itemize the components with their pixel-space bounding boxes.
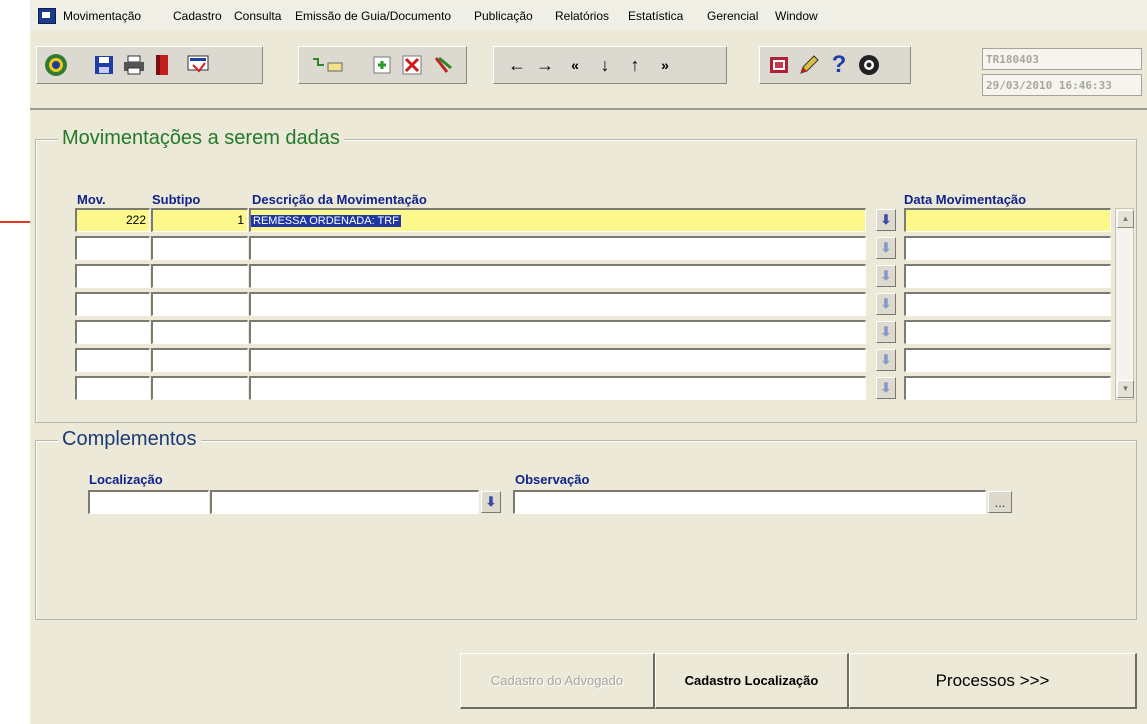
data-movimentacao-cell[interactable]	[904, 208, 1111, 232]
mov-cell[interactable]	[75, 320, 150, 344]
mov-cell[interactable]	[75, 348, 150, 372]
scroll-up-button[interactable]: ▲	[1117, 210, 1134, 228]
processos-button[interactable]: Processos >>>	[849, 653, 1137, 709]
movimentacoes-scrollbar[interactable]: ▲ ▼	[1115, 208, 1134, 400]
menu-gerencial[interactable]: Gerencial	[707, 9, 758, 23]
menu-emissao[interactable]: Emissão de Guia/Documento	[295, 9, 451, 23]
first-icon[interactable]: «	[562, 52, 588, 78]
descricao-lov-button[interactable]: ⬇	[876, 349, 896, 371]
toolbar: ← → « ↓ ↑ » ? TR180403 29/03/2010 16:46:…	[30, 30, 1147, 110]
localizacao-code-field[interactable]	[88, 490, 209, 514]
selected-description-text: REMESSA ORDENADA: TRF	[251, 215, 401, 227]
clear-icon[interactable]	[431, 52, 457, 78]
emblem-icon[interactable]	[43, 52, 69, 78]
mov-cell[interactable]	[75, 292, 150, 316]
menu-relatorios[interactable]: Relatórios	[555, 9, 609, 23]
exit-icon[interactable]	[150, 52, 176, 78]
toolbar-group-record	[298, 46, 467, 84]
lov-icon[interactable]	[766, 52, 792, 78]
menu-estatistica[interactable]: Estatística	[628, 9, 683, 23]
descricao-lov-button[interactable]: ⬇	[876, 265, 896, 287]
screen-icon[interactable]	[185, 52, 211, 78]
subtipo-cell[interactable]	[151, 376, 248, 400]
localizacao-lov-button[interactable]: ⬇	[481, 491, 501, 513]
header-mov: Mov.	[77, 192, 106, 207]
cadastro-advogado-button[interactable]: Cadastro do Advogado	[460, 653, 655, 709]
cadastro-localizacao-button[interactable]: Cadastro Localização	[655, 653, 849, 709]
descricao-cell[interactable]	[249, 320, 866, 344]
descricao-lov-button[interactable]: ⬇	[876, 377, 896, 399]
subtipo-cell[interactable]	[151, 320, 248, 344]
descricao-cell[interactable]	[249, 264, 866, 288]
mov-cell[interactable]: 222	[75, 208, 150, 232]
data-movimentacao-cell[interactable]	[904, 320, 1111, 344]
data-movimentacao-cell[interactable]	[904, 264, 1111, 288]
edit-icon[interactable]	[796, 52, 822, 78]
header-subtipo: Subtipo	[152, 192, 201, 207]
descricao-cell[interactable]	[249, 236, 866, 260]
help-icon[interactable]: ?	[826, 51, 852, 78]
localizacao-label: Localização	[89, 472, 163, 487]
mov-cell[interactable]	[75, 376, 150, 400]
observacao-label: Observação	[515, 472, 590, 487]
menu-movimentacao[interactable]: Movimentação	[63, 9, 141, 23]
menu-consulta[interactable]: Consulta	[234, 9, 281, 23]
next-icon[interactable]: →	[532, 52, 558, 78]
query-icon[interactable]	[307, 52, 349, 78]
toolbar-group-tools: ?	[759, 46, 911, 84]
descricao-cell[interactable]	[249, 348, 866, 372]
descricao-lov-button[interactable]: ⬇	[876, 293, 896, 315]
header-descricao: Descrição da Movimentação	[252, 192, 427, 207]
data-movimentacao-cell[interactable]	[904, 376, 1111, 400]
last-icon[interactable]: »	[652, 52, 678, 78]
print-icon[interactable]	[121, 52, 147, 78]
toolbar-group-navigation: ← → « ↓ ↑ »	[493, 46, 727, 84]
menu-cadastro[interactable]: Cadastro	[173, 9, 222, 23]
save-icon[interactable]	[91, 52, 117, 78]
data-movimentacao-cell[interactable]	[904, 236, 1111, 260]
application-window: Movimentação Cadastro Consulta Emissão d…	[30, 0, 1147, 724]
menu-bar: Movimentação Cadastro Consulta Emissão d…	[30, 0, 1147, 30]
delete-record-icon[interactable]	[399, 52, 425, 78]
header-data-movimentacao: Data Movimentação	[904, 192, 1027, 207]
datetime-field: 29/03/2010 16:46:33	[982, 74, 1142, 96]
descricao-cell[interactable]	[249, 292, 866, 316]
insert-record-icon[interactable]	[369, 52, 395, 78]
localizacao-desc-field[interactable]	[210, 490, 479, 514]
descricao-cell[interactable]: REMESSA ORDENADA: TRF	[249, 208, 866, 232]
prev-icon[interactable]: ←	[504, 52, 530, 78]
complementos-title: Complementos	[58, 428, 201, 451]
up-icon[interactable]: ↑	[622, 52, 648, 78]
descricao-cell[interactable]	[249, 376, 866, 400]
observacao-editor-button[interactable]: ...	[988, 491, 1012, 513]
descricao-lov-button[interactable]: ⬇	[876, 321, 896, 343]
subtipo-cell[interactable]	[151, 264, 248, 288]
user-code-field: TR180403	[982, 48, 1142, 70]
menu-publicacao[interactable]: Publicação	[474, 9, 533, 23]
scroll-down-button[interactable]: ▼	[1117, 380, 1134, 398]
subtipo-cell[interactable]: 1	[151, 208, 248, 232]
data-movimentacao-cell[interactable]	[904, 348, 1111, 372]
app-icon[interactable]	[38, 8, 56, 24]
mov-cell[interactable]	[75, 236, 150, 260]
data-movimentacao-cell[interactable]	[904, 292, 1111, 316]
subtipo-cell[interactable]	[151, 348, 248, 372]
subtipo-cell[interactable]	[151, 236, 248, 260]
down-icon[interactable]: ↓	[592, 52, 618, 78]
toolbar-group-file	[36, 46, 263, 84]
menu-window[interactable]: Window	[775, 9, 818, 23]
descricao-lov-button[interactable]: ⬇	[876, 209, 896, 231]
observacao-field[interactable]	[513, 490, 986, 514]
mov-cell[interactable]	[75, 264, 150, 288]
descricao-lov-button[interactable]: ⬇	[876, 237, 896, 259]
movimentacoes-title: Movimentações a serem dadas	[58, 127, 344, 150]
complementos-groupbox	[35, 440, 1137, 620]
subtipo-cell[interactable]	[151, 292, 248, 316]
spy-icon[interactable]	[856, 52, 882, 78]
